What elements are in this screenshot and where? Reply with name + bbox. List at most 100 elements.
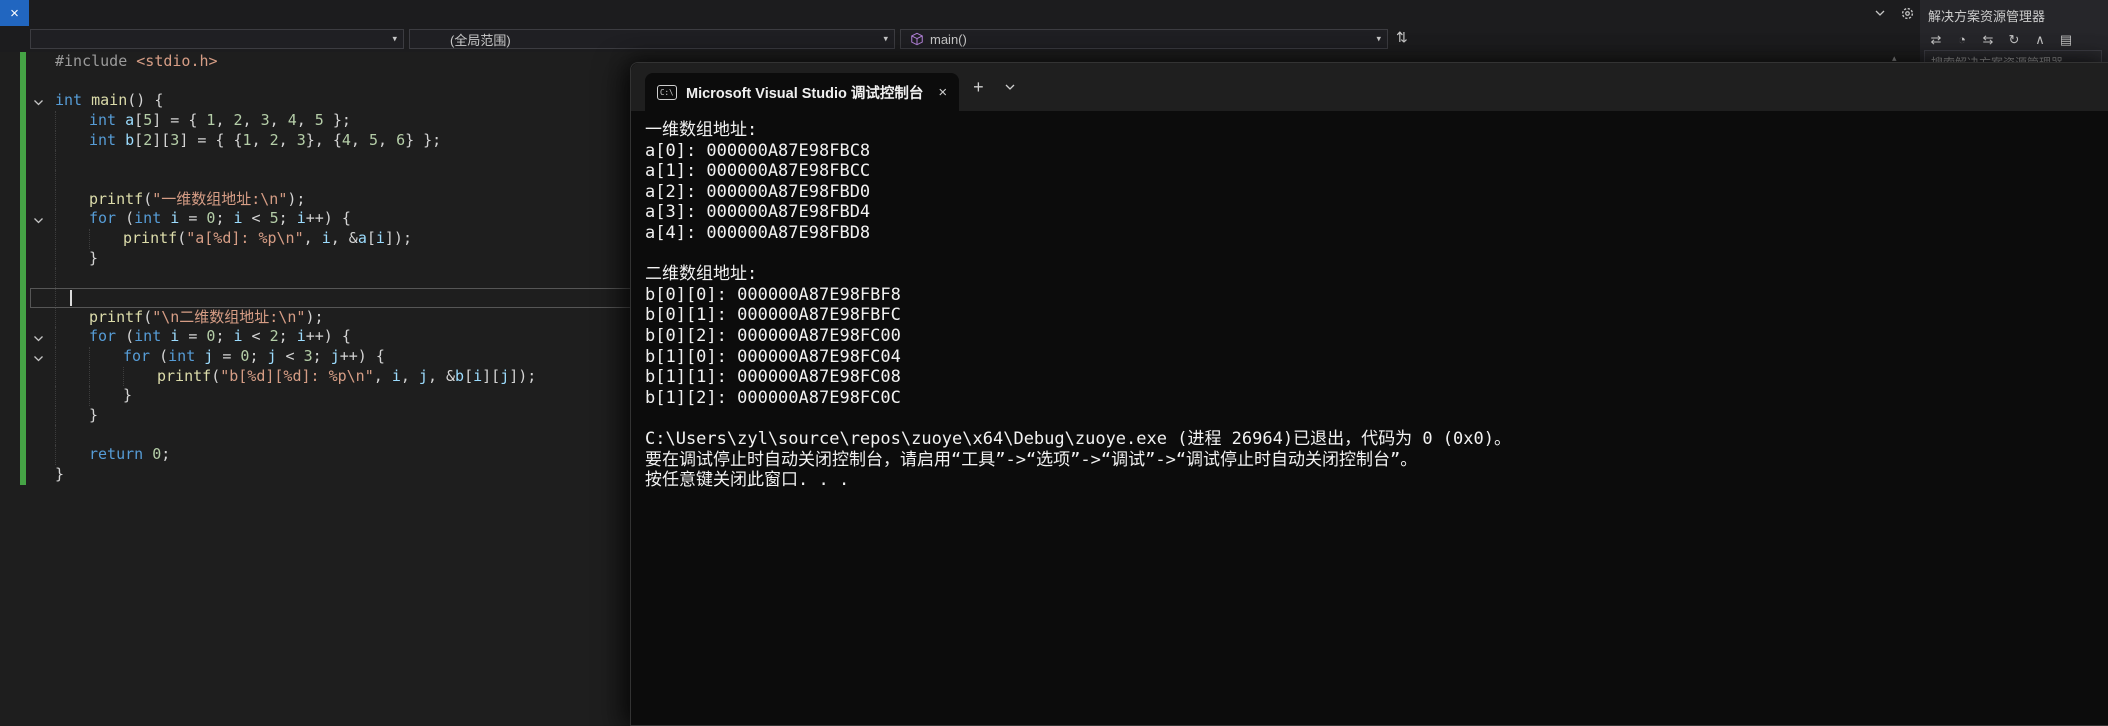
fold-chevron-icon[interactable] xyxy=(33,351,45,363)
console-line: 按任意键关闭此窗口. . . xyxy=(645,470,850,491)
indent-guide xyxy=(89,366,123,387)
code-line[interactable] xyxy=(55,425,536,446)
navbar-toggle-icon[interactable]: ⇅ xyxy=(1396,29,1408,46)
code-line[interactable]: return 0; xyxy=(55,445,536,465)
tab-bar-actions: + xyxy=(973,63,1016,111)
indent-guide xyxy=(55,150,89,170)
indent-guide xyxy=(89,346,123,367)
code-line[interactable]: int main() { xyxy=(55,91,536,111)
code-line[interactable]: printf("a[%d]: %p\n", i, &a[i]); xyxy=(55,228,536,249)
tab-dropdown-icon[interactable] xyxy=(1004,81,1016,93)
console-line: b[0][1]: 000000A87E98FBFC xyxy=(645,305,901,326)
indent-guide xyxy=(89,228,123,249)
sync-with-active-document-icon[interactable]: ⇄ xyxy=(1928,32,1944,48)
code-line[interactable]: } xyxy=(55,386,536,406)
console-icon: C:\ xyxy=(657,84,677,100)
solution-explorer-title: 解决方案资源管理器 xyxy=(1928,9,2046,24)
code-line[interactable]: for (int i = 0; i < 2; i++) { xyxy=(55,327,536,347)
dropdown-arrow-icon: ▾ xyxy=(883,33,888,44)
code-line[interactable]: } xyxy=(55,248,536,269)
code-line[interactable]: int a[5] = { 1, 2, 3, 4, 5 }; xyxy=(55,110,536,131)
console-line: b[0][0]: 000000A87E98FBF8 xyxy=(645,284,901,305)
indent-guide xyxy=(55,425,89,446)
console-line: b[1][1]: 000000A87E98FC08 xyxy=(645,367,901,388)
console-line: b[1][2]: 000000A87E98FC0C xyxy=(645,387,901,408)
project-dropdown[interactable]: ▾ xyxy=(30,29,404,49)
indent-guide xyxy=(55,445,89,465)
console-line: a[0]: 000000A87E98FBC8 xyxy=(645,140,871,161)
code-line[interactable]: for (int j = 0; j < 3; j++) { xyxy=(55,346,536,367)
code-line[interactable]: int b[2][3] = { {1, 2, 3}, {4, 5, 6} }; xyxy=(55,130,536,151)
collapse-all-icon[interactable]: ∧ xyxy=(2032,32,2048,48)
solution-explorer-toolbar: ⇄ ◔ ⇆ ↻ ∧ ▤ xyxy=(1920,27,2108,51)
switch-views-icon[interactable]: ⇆ xyxy=(1980,32,1996,48)
indent-guide xyxy=(55,307,89,328)
code-line[interactable]: } xyxy=(55,405,536,426)
indent-guide xyxy=(55,228,89,249)
change-tracking-bar xyxy=(20,52,26,485)
gear-icon[interactable] xyxy=(1899,5,1915,21)
tab-close-icon[interactable]: × xyxy=(938,84,947,101)
console-tab-title: Microsoft Visual Studio 调试控制台 xyxy=(686,85,924,102)
scope-dropdown[interactable]: (全局范围) ▾ xyxy=(409,29,895,49)
text-cursor xyxy=(70,290,72,306)
indent-guide xyxy=(55,110,89,131)
code-line[interactable] xyxy=(55,169,536,190)
dropdown-arrow-icon: ▾ xyxy=(1376,33,1381,44)
console-line: a[1]: 000000A87E98FBCC xyxy=(645,161,871,182)
new-tab-button[interactable]: + xyxy=(973,77,984,98)
indent-guide xyxy=(55,327,89,347)
close-button[interactable]: × xyxy=(0,0,29,26)
console-line: a[4]: 000000A87E98FBD8 xyxy=(645,222,871,243)
indent-guide xyxy=(55,248,89,269)
indent-guide xyxy=(55,346,89,367)
code-line[interactable]: #include <stdio.h> xyxy=(55,52,536,72)
indent-guide xyxy=(123,366,157,387)
title-bar-actions xyxy=(1872,0,1915,26)
code-line[interactable] xyxy=(55,150,536,170)
code-line[interactable]: printf("一维数组地址:\n"); xyxy=(55,189,536,210)
code-lines[interactable]: #include <stdio.h> int main() {int a[5] =… xyxy=(55,52,536,484)
console-line: C:\Users\zyl\source\repos\zuoye\x64\Debu… xyxy=(645,428,1511,449)
console-line: b[0][2]: 000000A87E98FC00 xyxy=(645,325,901,346)
scope-dropdown-value: (全局范围) xyxy=(450,32,511,48)
code-line[interactable]: } xyxy=(55,465,536,485)
code-line[interactable] xyxy=(55,268,536,288)
console-line: 一维数组地址: xyxy=(645,120,758,140)
console-title-bar[interactable]: C:\ Microsoft Visual Studio 调试控制台 × + xyxy=(631,63,2108,111)
navigation-bar: ▾ (全局范围) ▾ main() ▾ ⇅ xyxy=(0,26,1920,53)
code-line[interactable] xyxy=(55,72,536,92)
debug-console-window: C:\ Microsoft Visual Studio 调试控制台 × + 一维… xyxy=(630,62,2108,726)
visual-studio-window: × ▾ (全局范围) ▾ main() ▾ ⇅ #include <stdio.… xyxy=(0,0,2108,726)
member-dropdown-value: main() xyxy=(930,31,967,47)
code-line[interactable]: for (int i = 0; i < 5; i++) { xyxy=(55,209,536,229)
console-line: b[1][0]: 000000A87E98FC04 xyxy=(645,346,901,367)
title-bar: × xyxy=(0,0,2108,26)
refresh-icon[interactable]: ↻ xyxy=(2006,32,2022,48)
console-tab[interactable]: C:\ Microsoft Visual Studio 调试控制台 × xyxy=(645,73,960,111)
pending-changes-filter-icon[interactable]: ◔ xyxy=(1954,32,1970,48)
show-all-files-icon[interactable]: ▤ xyxy=(2058,32,2074,48)
console-output[interactable]: 一维数组地址: a[0]: 000000A87E98FBC8 a[1]: 00000… xyxy=(631,111,2108,725)
indent-guide xyxy=(55,386,89,406)
indent-guide xyxy=(55,169,89,190)
indent-guide xyxy=(55,366,89,387)
code-line[interactable]: printf("\n二维数组地址:\n"); xyxy=(55,307,536,328)
fold-chevron-icon[interactable] xyxy=(33,213,45,225)
console-line: a[2]: 000000A87E98FBD0 xyxy=(645,181,871,202)
chevron-down-icon[interactable] xyxy=(1872,5,1888,21)
method-cube-icon xyxy=(910,32,924,46)
fold-chevron-icon[interactable] xyxy=(33,95,45,107)
close-icon: × xyxy=(10,4,19,22)
indent-guide xyxy=(55,189,89,210)
fold-chevron-icon[interactable] xyxy=(33,331,45,343)
dropdown-arrow-icon: ▾ xyxy=(392,33,397,44)
code-line[interactable]: printf("b[%d][%d]: %p\n", i, j, &b[i][j]… xyxy=(55,366,536,387)
member-dropdown[interactable]: main() ▾ xyxy=(900,29,1388,49)
console-line: 二维数组地址: xyxy=(645,264,758,285)
indent-guide xyxy=(89,386,123,406)
indent-guide xyxy=(55,268,89,288)
indent-guide xyxy=(55,405,89,426)
